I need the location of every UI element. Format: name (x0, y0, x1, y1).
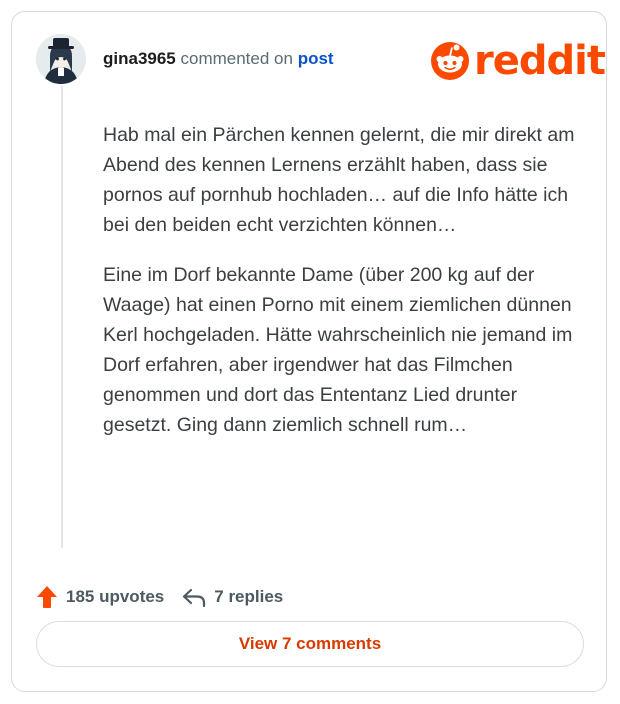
comment-header: gina3965 commented on post (103, 49, 334, 69)
upvote-button[interactable]: 185 upvotes (36, 585, 164, 609)
reddit-wordmark: reddit (474, 38, 606, 84)
upvote-count: 185 upvotes (66, 587, 165, 606)
reply-count: 7 replies (214, 587, 284, 606)
comment-body: Hab mal ein Pärchen kennen gelernt, die … (103, 120, 583, 460)
commented-on-text: commented on (180, 49, 293, 68)
reddit-snoo-icon (431, 42, 469, 80)
comment-paragraph: Eine im Dorf bekannte Dame (über 200 kg … (103, 264, 573, 436)
thread-line (61, 86, 63, 548)
username-link[interactable]: gina3965 (103, 49, 176, 68)
reply-arrow-icon (183, 588, 206, 608)
view-comments-button[interactable]: View 7 comments (36, 621, 584, 667)
upvote-arrow-icon (37, 586, 57, 608)
reddit-logo: reddit (430, 38, 606, 84)
comment-paragraph: Hab mal ein Pärchen kennen gelernt, die … (103, 124, 575, 236)
post-link[interactable]: post (298, 49, 334, 68)
reddit-comment-card: gina3965 commented on post reddit Hab ma… (11, 11, 607, 692)
avatar-figure-icon (36, 34, 86, 84)
comment-actions: 185 upvotes 7 replies (36, 584, 283, 610)
user-avatar[interactable] (36, 34, 86, 84)
replies-button[interactable]: 7 replies (164, 586, 283, 608)
